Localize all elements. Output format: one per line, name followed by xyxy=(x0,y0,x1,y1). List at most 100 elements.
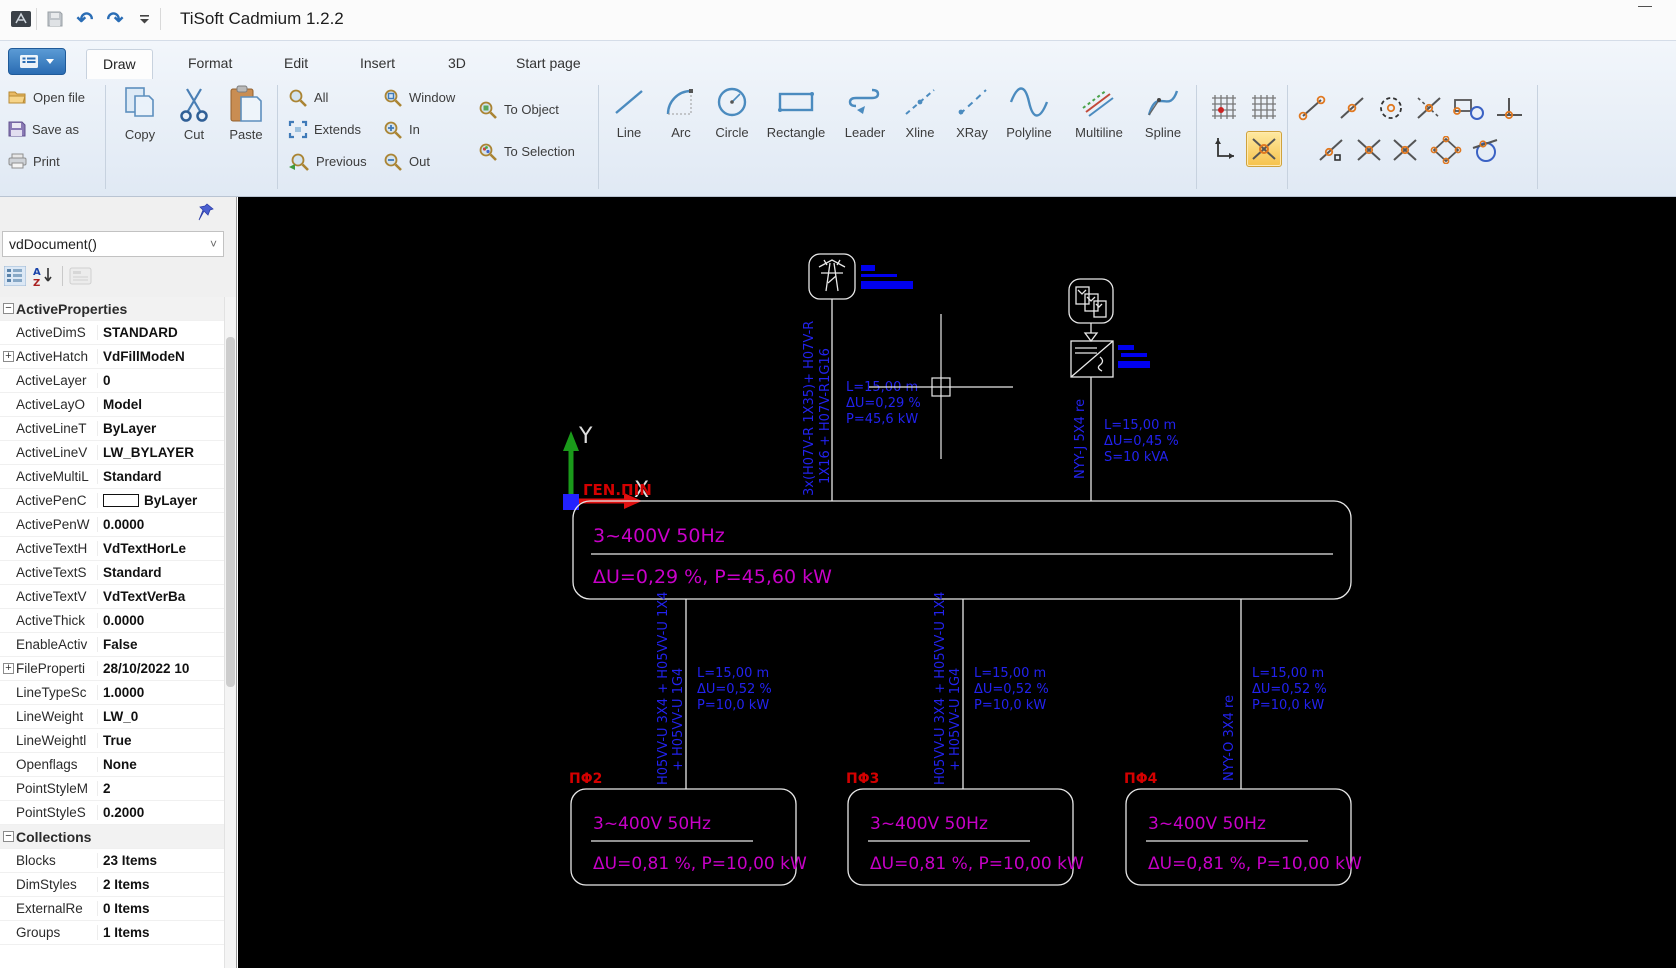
zoom-previous-button[interactable]: Previous xyxy=(288,147,367,175)
snap-apparent-icon[interactable] xyxy=(1352,135,1386,165)
property-value[interactable]: Model xyxy=(98,397,225,412)
grid-icon[interactable] xyxy=(1246,89,1282,125)
undo-icon[interactable]: ↶ xyxy=(72,6,98,32)
paste-button[interactable]: Paste xyxy=(218,83,274,142)
property-row[interactable]: Openflags None xyxy=(0,753,225,777)
property-category-row[interactable]: − Collections xyxy=(0,825,225,849)
property-value[interactable]: ByLayer xyxy=(98,421,225,436)
property-value[interactable]: 28/10/2022 10 xyxy=(98,661,225,676)
property-row[interactable]: ActiveTextH VdTextHorLe xyxy=(0,537,225,561)
snap-tangent-icon[interactable] xyxy=(1468,135,1502,165)
property-row[interactable]: ActiveLineV LW_BYLAYER xyxy=(0,441,225,465)
grid-snap-icon[interactable] xyxy=(1206,89,1242,125)
property-row[interactable]: PointStyleS 0.2000 xyxy=(0,801,225,825)
tab-insert[interactable]: Insert xyxy=(344,49,411,79)
circle-tool[interactable]: Circle xyxy=(706,79,758,140)
save-icon[interactable] xyxy=(42,6,68,32)
redo-icon[interactable]: ↷ xyxy=(102,6,128,32)
snap-center-icon[interactable] xyxy=(1374,93,1408,123)
spline-tool[interactable]: Spline xyxy=(1138,79,1188,140)
property-value[interactable]: LW_0 xyxy=(98,709,225,724)
expand-toggle-icon[interactable]: + xyxy=(3,663,14,674)
property-value[interactable]: STANDARD xyxy=(98,325,225,340)
property-row[interactable]: ActiveLayO Model xyxy=(0,393,225,417)
property-row[interactable]: ActivePenC ByLayer xyxy=(0,489,225,513)
polyline-tool[interactable]: Polyline xyxy=(1000,79,1058,140)
property-row[interactable]: ActivePenW 0.0000 xyxy=(0,513,225,537)
print-button[interactable]: Print xyxy=(8,147,60,175)
rectangle-tool[interactable]: Rectangle xyxy=(762,79,830,140)
property-value[interactable]: VdTextHorLe xyxy=(98,541,225,556)
app-menu-button[interactable] xyxy=(8,48,66,75)
property-row[interactable]: ActiveTextV VdTextVerBa xyxy=(0,585,225,609)
snap-insertion-icon[interactable] xyxy=(1450,93,1486,123)
scrollbar-thumb[interactable] xyxy=(226,337,235,687)
property-value[interactable]: Standard xyxy=(98,469,225,484)
property-value[interactable]: LW_BYLAYER xyxy=(98,445,225,460)
snap-perpendicular-icon[interactable] xyxy=(1492,93,1526,123)
property-value[interactable]: 1.0000 xyxy=(98,685,225,700)
property-value[interactable]: ByLayer xyxy=(98,493,225,508)
property-row[interactable]: DimStyles 2 Items xyxy=(0,873,225,897)
zoom-extends-button[interactable]: Extends xyxy=(288,115,361,143)
zoom-to-object-button[interactable]: To Object xyxy=(478,95,559,123)
subpanel[interactable]: 3~400V 50Hz ΔU=0,81 %, P=10,00 kW xyxy=(847,788,1084,886)
alphabetical-sort-icon[interactable]: AZ xyxy=(32,265,56,287)
property-value[interactable]: True xyxy=(98,733,225,748)
property-row[interactable]: LineWeight LW_0 xyxy=(0,705,225,729)
tab-draw[interactable]: Draw xyxy=(86,49,153,79)
app-logo-icon[interactable] xyxy=(8,6,34,32)
expand-toggle-icon[interactable]: + xyxy=(3,351,14,362)
property-row[interactable]: + FileProperti 28/10/2022 10 xyxy=(0,657,225,681)
property-value[interactable]: False xyxy=(98,637,225,652)
expand-toggle-icon[interactable]: − xyxy=(3,303,14,314)
object-snap-toggle-icon[interactable] xyxy=(1246,131,1282,167)
leader-tool[interactable]: Leader xyxy=(838,79,892,140)
property-pages-icon[interactable] xyxy=(69,266,93,286)
arc-tool[interactable]: Arc xyxy=(656,79,706,140)
property-row[interactable]: Blocks 23 Items xyxy=(0,849,225,873)
property-row[interactable]: ExternalRe 0 Items xyxy=(0,897,225,921)
customize-quick-access-icon[interactable] xyxy=(132,6,158,32)
subpanel[interactable]: 3~400V 50Hz ΔU=0,81 %, P=10,00 kW xyxy=(570,788,807,886)
snap-endpoint-icon[interactable] xyxy=(1294,93,1328,123)
zoom-out-button[interactable]: Out xyxy=(383,147,430,175)
tab-format[interactable]: Format xyxy=(172,49,248,79)
panel-scrollbar[interactable] xyxy=(224,297,236,968)
property-category-row[interactable]: − ActiveProperties xyxy=(0,297,225,321)
pin-icon[interactable] xyxy=(198,203,216,223)
supply-symbol[interactable] xyxy=(808,253,913,300)
property-value[interactable]: Standard xyxy=(98,565,225,580)
property-value[interactable]: 0.0000 xyxy=(98,613,225,628)
minimize-button[interactable]: — xyxy=(1630,0,1660,16)
cut-button[interactable]: Cut xyxy=(166,83,222,142)
converter-symbol[interactable] xyxy=(1070,340,1150,378)
property-value[interactable]: 0.2000 xyxy=(98,805,225,820)
snap-nearest-icon[interactable] xyxy=(1314,135,1348,165)
zoom-in-button[interactable]: In xyxy=(383,115,420,143)
subpanel[interactable]: 3~400V 50Hz ΔU=0,81 %, P=10,00 kW xyxy=(1125,788,1362,886)
property-row[interactable]: PointStyleM 2 xyxy=(0,777,225,801)
property-row[interactable]: ActiveTextS Standard xyxy=(0,561,225,585)
property-row[interactable]: + ActiveHatch VdFillModeN xyxy=(0,345,225,369)
property-row[interactable]: ActiveThick 0.0000 xyxy=(0,609,225,633)
snap-node-icon[interactable] xyxy=(1388,135,1422,165)
xray-tool[interactable]: XRay xyxy=(948,79,996,140)
document-selector[interactable]: vdDocument() ˅ xyxy=(2,231,224,257)
property-row[interactable]: ActiveLineT ByLayer xyxy=(0,417,225,441)
property-row[interactable]: LineWeightl True xyxy=(0,729,225,753)
property-row[interactable]: ActiveLayer 0 xyxy=(0,369,225,393)
expand-toggle-icon[interactable]: − xyxy=(3,831,14,842)
property-value[interactable]: 1 Items xyxy=(98,925,225,940)
xline-tool[interactable]: Xline xyxy=(896,79,944,140)
snap-quadrant-icon[interactable] xyxy=(1428,135,1464,165)
zoom-window-button[interactable]: Window xyxy=(383,83,455,111)
main-panel[interactable]: 3~400V 50Hz ΔU=0,29 %, P=45,60 kW xyxy=(572,500,1352,600)
copy-button[interactable]: Copy xyxy=(112,83,168,142)
property-value[interactable]: 2 xyxy=(98,781,225,796)
zoom-to-selection-button[interactable]: To Selection xyxy=(478,137,575,165)
zoom-all-button[interactable]: All xyxy=(288,83,328,111)
property-row[interactable]: Groups 1 Items xyxy=(0,921,225,945)
property-value[interactable]: 2 Items xyxy=(98,877,225,892)
tab-3d[interactable]: 3D xyxy=(432,49,482,79)
